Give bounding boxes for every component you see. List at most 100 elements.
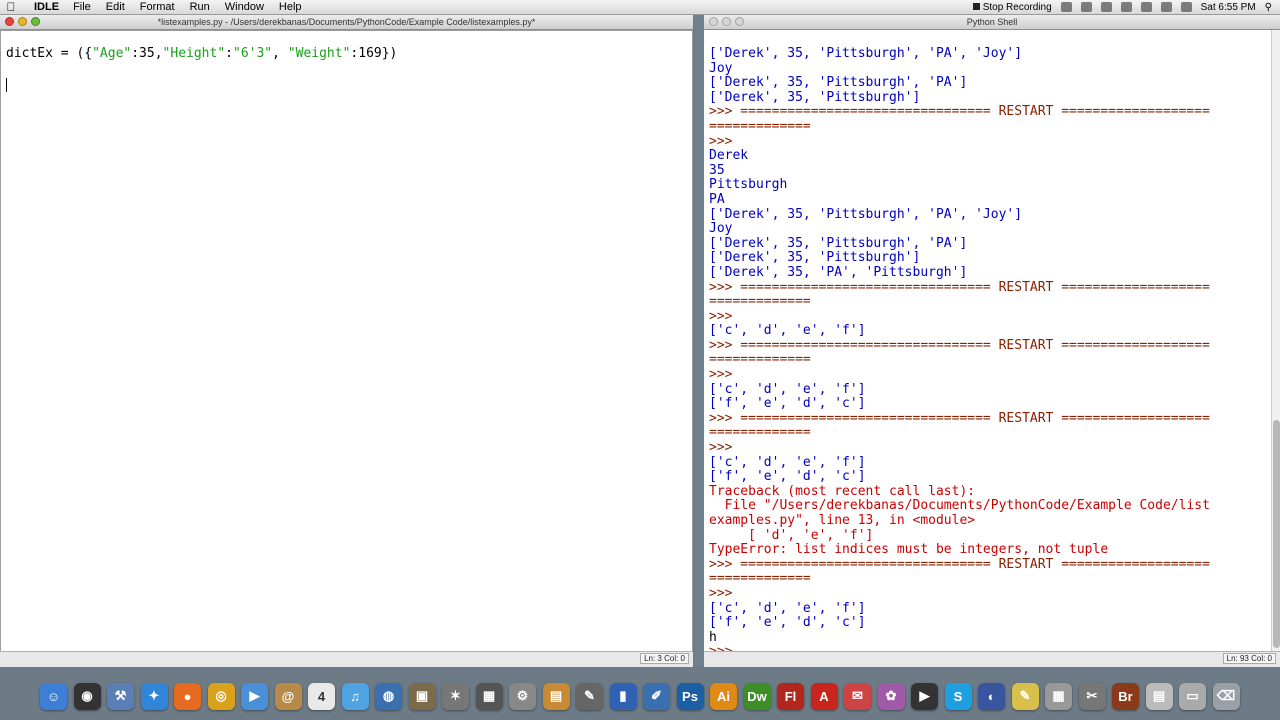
zoom-icon[interactable] [31,17,40,26]
network-icon[interactable]: ◍ [375,682,402,710]
shell-line: ['f', 'e', 'd', 'c'] [709,396,866,412]
menu-file[interactable]: File [73,1,91,13]
menu-run[interactable]: Run [190,1,210,13]
stop-recording-button[interactable]: Stop Recording [972,1,1052,13]
shell-line: ['c', 'd', 'e', 'f'] [709,381,866,397]
dashboard-icon[interactable]: ◉ [73,682,101,710]
film-icon[interactable]: ▶ [911,682,938,710]
contacts-icon[interactable]: @ [274,682,302,710]
menu-edit[interactable]: Edit [106,1,125,13]
battery-icon[interactable] [1160,2,1172,12]
shell-title-bar[interactable]: Python Shell [704,15,1280,30]
photoshop-icon[interactable]: Ps [676,682,704,710]
close-icon[interactable] [5,17,14,26]
shell-line: ['Derek', 35, 'PA', 'Pittsburgh'] [709,264,968,280]
shell-title: Python Shell [966,17,1018,27]
itunes-icon[interactable]: ♫ [341,682,369,710]
minimize-icon[interactable] [722,17,731,26]
apple-logo-icon[interactable]:  [0,0,22,14]
time-machine-icon[interactable] [1080,2,1092,12]
safari-icon[interactable]: ✦ [140,682,168,710]
bluetooth-icon[interactable] [1100,2,1112,12]
menu-format[interactable]: Format [140,1,175,13]
clock[interactable]: Sat 6:55 PM [1201,2,1256,13]
dreamweaver-icon[interactable]: Dw [743,682,771,710]
shell-line: >>> ================================ RES… [709,337,1210,353]
menu-bar:  IDLE File Edit Format Run Window Help … [0,0,1280,15]
editor-text-area[interactable]: dictEx = ({"Age":35,"Height":"6'3", "Wei… [0,30,693,652]
calendar-icon[interactable]: 4 [308,682,335,710]
shell-line: ['f', 'e', 'd', 'c'] [709,469,866,485]
shell-line: ============= [709,425,811,441]
editor-title-bar[interactable]: *listexamples.py - /Users/derekbanas/Doc… [0,15,693,30]
code-token: : [225,46,233,61]
window-controls [709,17,744,26]
editor-icon[interactable]: ✐ [643,682,670,710]
utility-icon[interactable]: ✶ [442,682,469,710]
firefox-icon[interactable]: ● [174,682,201,710]
close-icon[interactable] [709,17,718,26]
xcode-icon[interactable]: ⚒ [107,682,134,710]
shell-line: TypeError: list indices must be integers… [709,542,1109,558]
shell-line: ['Derek', 35, 'Pittsburgh'] [709,250,921,266]
shell-text-area[interactable]: ['Derek', 35, 'Pittsburgh', 'PA', 'Joy']… [704,30,1271,652]
skype-icon[interactable]: S [944,682,972,710]
app-store-icon[interactable]: ✿ [877,682,905,710]
editor-status-bar: Ln: 3 Col: 0 [0,651,693,667]
shell-line: ============= [709,571,811,587]
shell-line: Joy [709,60,733,76]
tools-icon[interactable]: ✂ [1078,682,1106,710]
shell-line: ['f', 'e', 'd', 'c'] [709,615,866,631]
string-token: "Weight" [287,46,351,61]
shell-output: ['Derek', 35, 'Pittsburgh', 'PA', 'Joy']… [709,46,1210,652]
shell-line: [ 'd', 'e', 'f'] [709,527,874,543]
shell-scrollbar[interactable] [1271,30,1280,652]
flash-icon[interactable]: Fl [777,682,804,710]
mail-icon[interactable]: ✉ [844,682,871,710]
trash-icon[interactable]: ⌫ [1212,682,1240,710]
sync-icon[interactable] [1060,2,1072,12]
shell-line: ['Derek', 35, 'Pittsburgh', 'PA'] [709,75,968,91]
volume-icon[interactable] [1140,2,1152,12]
shell-line: >>> [709,440,733,456]
menu-window[interactable]: Window [225,1,264,13]
archive-icon[interactable]: ▤ [542,682,570,710]
shell-line: Pittsburgh [709,177,788,193]
flag-icon[interactable] [1180,2,1192,12]
shell-line: File "/Users/derekbanas/Documents/Python… [709,498,1210,514]
scrollbar-thumb[interactable] [1273,420,1280,648]
documents-icon[interactable]: ▤ [1145,682,1173,710]
facetime-icon[interactable]: ▶ [241,682,268,710]
shell-line: >>> [709,133,733,149]
text-icon[interactable]: ✎ [1011,682,1039,710]
spotlight-search-icon[interactable]: ⚲ [1265,2,1272,13]
editor-title: *listexamples.py - /Users/derekbanas/Doc… [157,17,536,27]
menu-app-name[interactable]: IDLE [34,1,59,13]
shell-line: ['c', 'd', 'e', 'f'] [709,323,866,339]
shell-line: PA [709,191,725,207]
zoom-icon[interactable] [735,17,744,26]
globe-icon[interactable]: ◐ [978,682,1005,710]
wifi-icon[interactable] [1120,2,1132,12]
keynote-icon[interactable]: ▮ [609,682,637,710]
shell-line: ['c', 'd', 'e', 'f'] [709,600,866,616]
illustrator-icon[interactable]: Ai [710,682,737,710]
shell-line: >>> [709,585,733,601]
minimize-icon[interactable] [18,17,27,26]
downloads-icon[interactable]: ▭ [1179,682,1206,710]
shell-line: h [709,629,717,645]
record-icon [972,2,980,10]
pen-icon[interactable]: ✎ [576,682,603,710]
chrome-icon[interactable]: ◎ [207,682,235,710]
finder-icon[interactable]: ☺ [40,682,67,710]
calculator-icon[interactable]: ▦ [1045,682,1072,710]
settings-icon[interactable]: ⚙ [509,682,536,710]
stop-recording-label: Stop Recording [982,1,1052,13]
grid-icon[interactable]: ▦ [475,682,503,710]
acrobat-icon[interactable]: A [810,682,838,710]
bridge-icon[interactable]: Br [1112,682,1139,710]
shell-line: ============= [709,294,811,310]
menu-help[interactable]: Help [279,1,302,13]
preview-icon[interactable]: ▣ [408,682,436,710]
shell-line: examples.py", line 13, in <module> [709,513,976,528]
